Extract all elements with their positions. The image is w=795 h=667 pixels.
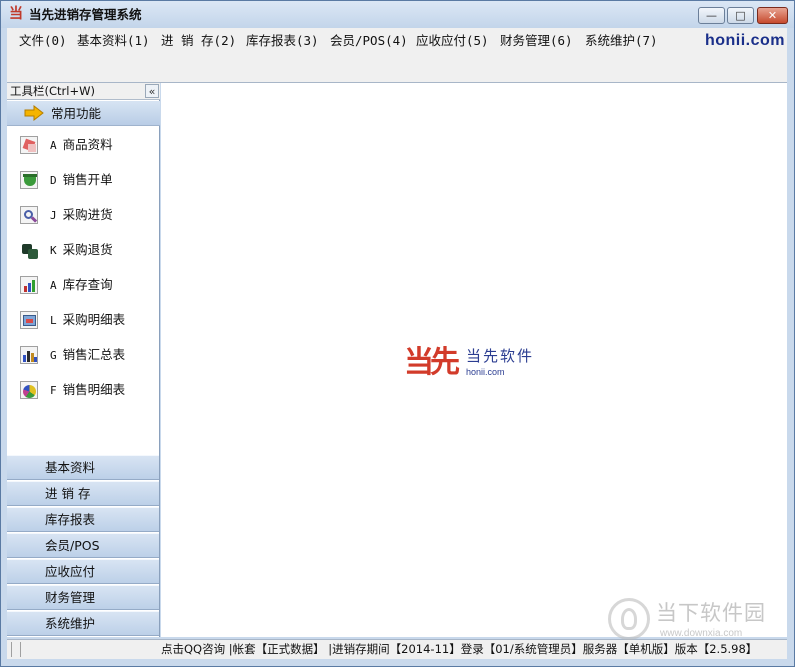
maximize-icon: □ <box>735 9 746 22</box>
function-purchase-in[interactable]: J 采购进货 <box>7 200 159 230</box>
category-basic-data[interactable]: 基本资料 <box>7 455 159 480</box>
maximize-button[interactable]: □ <box>727 7 754 24</box>
function-purchase-detail-report[interactable]: L 采购明细表 <box>7 305 159 335</box>
function-shortcut: F <box>50 384 57 397</box>
category-label: 应收应付 <box>45 564 96 579</box>
category-label: 系统维护 <box>45 616 96 631</box>
status-divider <box>20 642 21 657</box>
menu-member-pos[interactable]: 会员/POS(4) <box>330 31 408 51</box>
menu-basic-data[interactable]: 基本资料(1) <box>77 31 150 51</box>
watermark-name: 当下软件园 <box>656 601 766 625</box>
menu-bar: 文件(0) 基本资料(1) 进 销 存(2) 库存报表(3) 会员/POS(4)… <box>7 28 787 83</box>
menu-purchase-sales-inventory[interactable]: 进 销 存(2) <box>161 31 236 51</box>
function-inventory-query[interactable]: A 库存查询 <box>7 270 159 300</box>
brand-link[interactable]: honii.com <box>705 30 785 52</box>
function-label: 销售明细表 <box>62 382 126 397</box>
function-sales-summary-report[interactable]: G 销售汇总表 <box>7 340 159 370</box>
category-label: 会员/POS <box>45 538 100 553</box>
purchase-icon <box>20 206 38 224</box>
logo-url: honii.com <box>466 367 505 377</box>
status-divider <box>11 642 12 657</box>
purchase-detail-icon <box>20 311 38 329</box>
title-bar[interactable]: 当 当先进销存管理系统 — □ ✕ <box>1 1 794 28</box>
function-label: 采购进货 <box>62 207 113 222</box>
function-shortcut: D <box>50 174 57 187</box>
function-sales-detail-report[interactable]: F 销售明细表 <box>7 375 159 405</box>
category-label: 进 销 存 <box>45 486 91 501</box>
function-product-data[interactable]: A 商品资料 <box>7 130 159 160</box>
category-inventory-reports[interactable]: 库存报表 <box>7 507 159 532</box>
function-label: 销售汇总表 <box>62 347 126 362</box>
collapse-sidebar-button[interactable]: « <box>145 84 159 98</box>
product-icon <box>20 136 38 154</box>
sales-order-icon <box>20 171 38 189</box>
sidebar: 工具栏(Ctrl+W) « 常用功能 A 商品资料 D 销售开单 J 采购进货 … <box>7 83 160 637</box>
purchase-return-icon <box>20 241 38 259</box>
window-title: 当先进销存管理系统 <box>29 7 142 22</box>
sales-detail-icon <box>20 381 38 399</box>
company-logo: 当先 当先软件 honii.com <box>404 345 544 385</box>
function-shortcut: K <box>50 244 57 257</box>
category-purchase-sales-inventory[interactable]: 进 销 存 <box>7 481 159 506</box>
main-workspace: 当先 当先软件 honii.com <box>161 83 787 637</box>
section-label: 常用功能 <box>51 106 102 121</box>
sales-summary-icon <box>20 346 38 364</box>
function-purchase-return[interactable]: K 采购退货 <box>7 235 159 265</box>
category-system-maintenance[interactable]: 系统维护 <box>7 611 159 636</box>
function-shortcut: A <box>50 279 57 292</box>
close-button[interactable]: ✕ <box>757 7 788 24</box>
menu-inventory-reports[interactable]: 库存报表(3) <box>246 31 319 51</box>
application-window: 当 当先进销存管理系统 — □ ✕ 文件(0) 基本资料(1) 进 销 存(2)… <box>0 0 795 667</box>
function-label: 采购退货 <box>62 242 113 257</box>
menu-file[interactable]: 文件(0) <box>19 31 67 51</box>
toolbar-header: 工具栏(Ctrl+W) « <box>7 83 160 100</box>
logo-name: 当先软件 <box>466 347 535 365</box>
toolbar-title: 工具栏(Ctrl+W) <box>10 84 95 98</box>
category-finance[interactable]: 财务管理 <box>7 585 159 610</box>
close-icon: ✕ <box>767 9 778 22</box>
function-label: 商品资料 <box>62 137 113 152</box>
function-shortcut: G <box>50 349 57 362</box>
watermark-logo-icon <box>608 598 650 640</box>
status-bar: 点击QQ咨询 |帐套【正式数据】 |进销存期间【2014-11】登录【01/系统… <box>7 639 787 659</box>
logo-mark: 当先 <box>404 345 460 380</box>
category-label: 基本资料 <box>45 460 96 475</box>
category-receivables-payables[interactable]: 应收应付 <box>7 559 159 584</box>
watermark: 当下软件园 www.downxia.com <box>608 598 788 642</box>
function-shortcut: J <box>50 209 57 222</box>
arrow-right-icon <box>24 105 44 121</box>
function-label: 采购明细表 <box>62 312 126 327</box>
menu-receivables-payables[interactable]: 应收应付(5) <box>416 31 489 51</box>
category-label: 财务管理 <box>45 590 96 605</box>
function-label: 销售开单 <box>62 172 113 187</box>
minimize-icon: — <box>706 9 717 22</box>
inventory-query-icon <box>20 276 38 294</box>
function-shortcut: L <box>50 314 57 327</box>
minimize-button[interactable]: — <box>698 7 725 24</box>
function-shortcut: A <box>50 139 57 152</box>
category-member-pos[interactable]: 会员/POS <box>7 533 159 558</box>
section-common-functions[interactable]: 常用功能 <box>7 101 160 126</box>
function-sales-order[interactable]: D 销售开单 <box>7 165 159 195</box>
menu-system-maintenance[interactable]: 系统维护(7) <box>585 31 658 51</box>
status-text: 点击QQ咨询 |帐套【正式数据】 |进销存期间【2014-11】登录【01/系统… <box>161 642 758 656</box>
menu-finance[interactable]: 财务管理(6) <box>500 31 573 51</box>
category-label: 库存报表 <box>45 512 96 527</box>
app-icon: 当 <box>9 6 23 22</box>
watermark-url: www.downxia.com <box>660 628 743 639</box>
function-label: 库存查询 <box>62 277 113 292</box>
